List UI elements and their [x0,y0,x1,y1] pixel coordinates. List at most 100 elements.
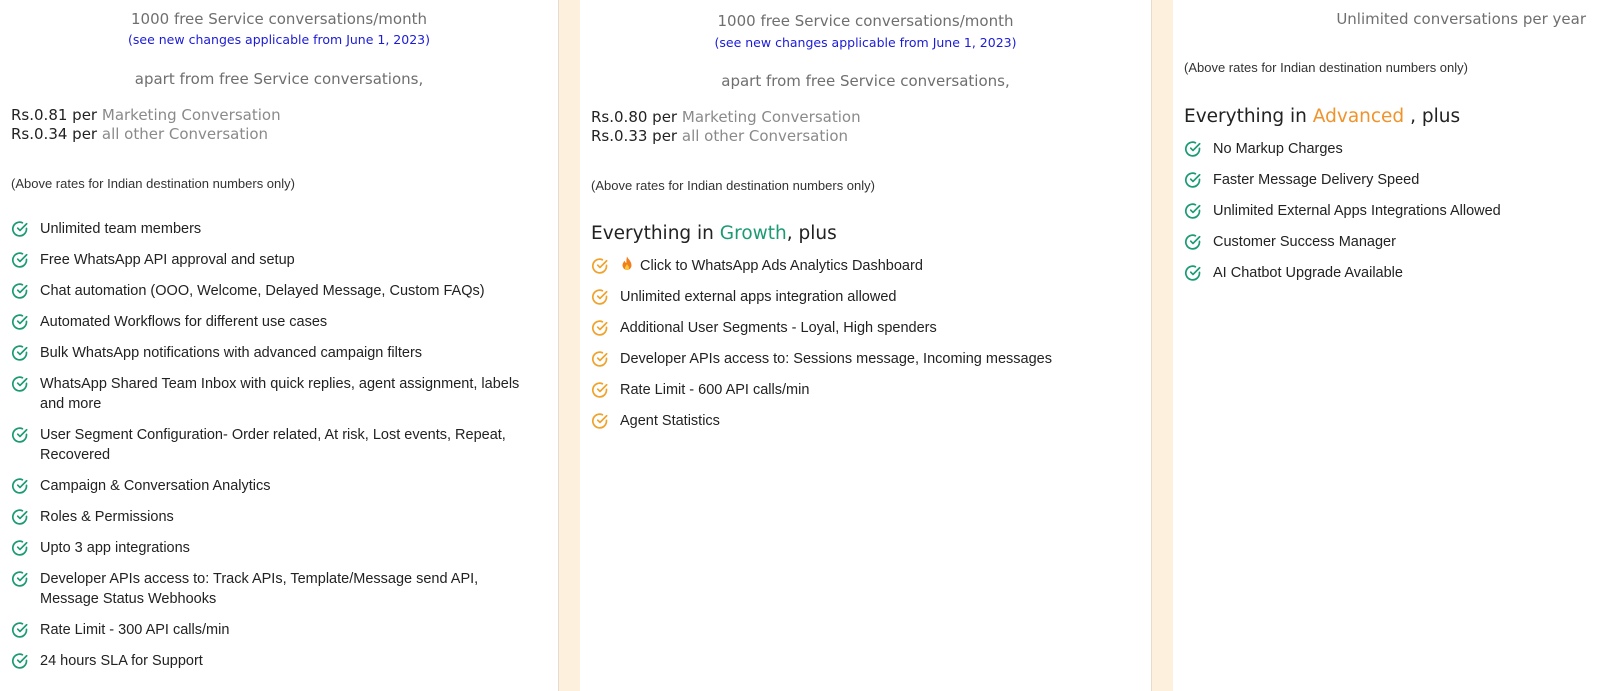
feature-item: AI Chatbot Upgrade Available [1184,263,1594,283]
feature-item: Automated Workflows for different use ca… [11,312,541,332]
check-circle-icon [11,426,29,444]
feature-text: Developer APIs access to: Track APIs, Te… [40,571,479,607]
feature-item: Click to WhatsApp Ads Analytics Dashboar… [591,256,1141,276]
check-circle-icon [11,508,29,526]
heading-suffix: , plus [786,223,837,244]
feature-item: Rate Limit - 600 API calls/min [591,380,1141,400]
feature-item: No Markup Charges [1184,139,1594,159]
feature-text: Bulk WhatsApp notifications with advance… [40,345,423,361]
check-circle-icon [11,220,29,238]
feature-text: No Markup Charges [1213,141,1343,157]
feature-list: Unlimited team members Free WhatsApp API … [11,219,541,682]
check-circle-icon [11,570,29,588]
feature-text: Agent Statistics [620,413,720,429]
changes-link[interactable]: (see new changes applicable from June 1,… [580,35,1151,50]
rate-other-label: all other Conversation [101,125,269,143]
changes-link[interactable]: (see new changes applicable from June 1,… [0,32,558,47]
rates-note: (Above rates for Indian destination numb… [591,178,875,193]
feature-list: No Markup Charges Faster Message Delivery… [1184,139,1594,294]
section-heading: Everything in Growth, plus [591,223,837,244]
feature-item: Free WhatsApp API approval and setup [11,250,541,270]
feature-text: Unlimited External Apps Integrations All… [1213,203,1501,219]
heading-prefix: Everything in [1184,106,1307,127]
feature-item: Chat automation (OOO, Welcome, Delayed M… [11,281,541,301]
check-circle-icon [11,344,29,362]
check-circle-icon [1184,171,1202,189]
feature-text: Rate Limit - 600 API calls/min [620,382,810,398]
feature-text: Additional User Segments - Loyal, High s… [620,320,937,336]
feature-item: Bulk WhatsApp notifications with advance… [11,343,541,363]
feature-item: Unlimited external apps integration allo… [591,287,1141,307]
rate-other-label: all other Conversation [681,127,849,145]
heading-highlight: Advanced [1312,106,1405,127]
rate-marketing: Rs.0.81 per Marketing Conversation [11,106,281,124]
feature-text: Roles & Permissions [40,509,174,525]
rates-note: (Above rates for Indian destination numb… [1184,60,1468,75]
feature-item: Faster Message Delivery Speed [1184,170,1594,190]
rate-other: Rs.0.34 per all other Conversation [11,125,268,143]
check-circle-icon [591,319,609,337]
feature-item: Developer APIs access to: Sessions messa… [591,349,1141,369]
feature-text: Unlimited external apps integration allo… [620,289,897,305]
free-conversations-text: 1000 free Service conversations/month [717,12,1014,30]
rate-marketing-label: Marketing Conversation [101,106,281,124]
feature-text: User Segment Configuration- Order relate… [40,427,506,463]
feature-item: User Segment Configuration- Order relate… [11,425,541,465]
check-circle-icon [11,251,29,269]
feature-list: Click to WhatsApp Ads Analytics Dashboar… [591,256,1141,442]
apart-text: apart from free Service conversations, [721,72,1010,90]
heading-prefix: Everything in [591,223,714,244]
section-heading: Everything in Advanced , plus [1184,106,1460,127]
rate-marketing: Rs.0.80 per Marketing Conversation [591,108,861,126]
plan-enterprise-column: Unlimited conversations per year (Above … [1173,0,1600,691]
check-circle-icon [11,282,29,300]
check-circle-icon [591,381,609,399]
rate-marketing-label: Marketing Conversation [681,108,861,126]
check-circle-icon [591,412,609,430]
plan-advanced-column: 1000 free Service conversations/month (s… [580,0,1151,691]
feature-text: WhatsApp Shared Team Inbox with quick re… [40,376,520,412]
check-circle-icon [1184,264,1202,282]
feature-item: Developer APIs access to: Track APIs, Te… [11,569,541,609]
feature-text: Click to WhatsApp Ads Analytics Dashboar… [640,258,923,274]
feature-text: Free WhatsApp API approval and setup [40,252,295,268]
check-circle-icon [11,652,29,670]
rate-other-price: Rs.0.34 per [11,125,98,143]
feature-item: Rate Limit - 300 API calls/min [11,620,541,640]
check-circle-icon [11,477,29,495]
plan-growth-column: 1000 free Service conversations/month (s… [0,0,558,691]
feature-text: Faster Message Delivery Speed [1213,172,1420,188]
rate-other-price: Rs.0.33 per [591,127,678,145]
check-circle-icon [11,539,29,557]
check-circle-icon [591,257,609,275]
feature-item: Campaign & Conversation Analytics [11,476,541,496]
feature-item: Agent Statistics [591,411,1141,431]
feature-item: WhatsApp Shared Team Inbox with quick re… [11,374,541,414]
check-circle-icon [1184,233,1202,251]
feature-text: Automated Workflows for different use ca… [40,314,328,330]
check-circle-icon [11,621,29,639]
feature-item: Upto 3 app integrations [11,538,541,558]
feature-text: AI Chatbot Upgrade Available [1213,265,1403,281]
feature-item: Roles & Permissions [11,507,541,527]
rate-other: Rs.0.33 per all other Conversation [591,127,848,145]
feature-item: Customer Success Manager [1184,232,1594,252]
feature-item: Unlimited External Apps Integrations All… [1184,201,1594,221]
feature-text: Campaign & Conversation Analytics [40,478,271,494]
check-circle-icon [11,375,29,393]
check-circle-icon [1184,140,1202,158]
rate-marketing-price: Rs.0.80 per [591,108,678,126]
feature-item: Unlimited team members [11,219,541,239]
unlimited-conversations-text: Unlimited conversations per year [1336,10,1586,28]
feature-text: Unlimited team members [40,221,202,237]
feature-text: Developer APIs access to: Sessions messa… [620,351,1052,367]
heading-highlight: Growth [719,223,787,244]
check-circle-icon [11,313,29,331]
feature-text: 24 hours SLA for Support [40,653,203,669]
feature-text: Customer Success Manager [1213,234,1396,250]
apart-text: apart from free Service conversations, [134,70,424,88]
check-circle-icon [591,288,609,306]
check-circle-icon [1184,202,1202,220]
heading-suffix: , plus [1410,106,1461,127]
free-conversations-text: 1000 free Service conversations/month [131,10,427,28]
